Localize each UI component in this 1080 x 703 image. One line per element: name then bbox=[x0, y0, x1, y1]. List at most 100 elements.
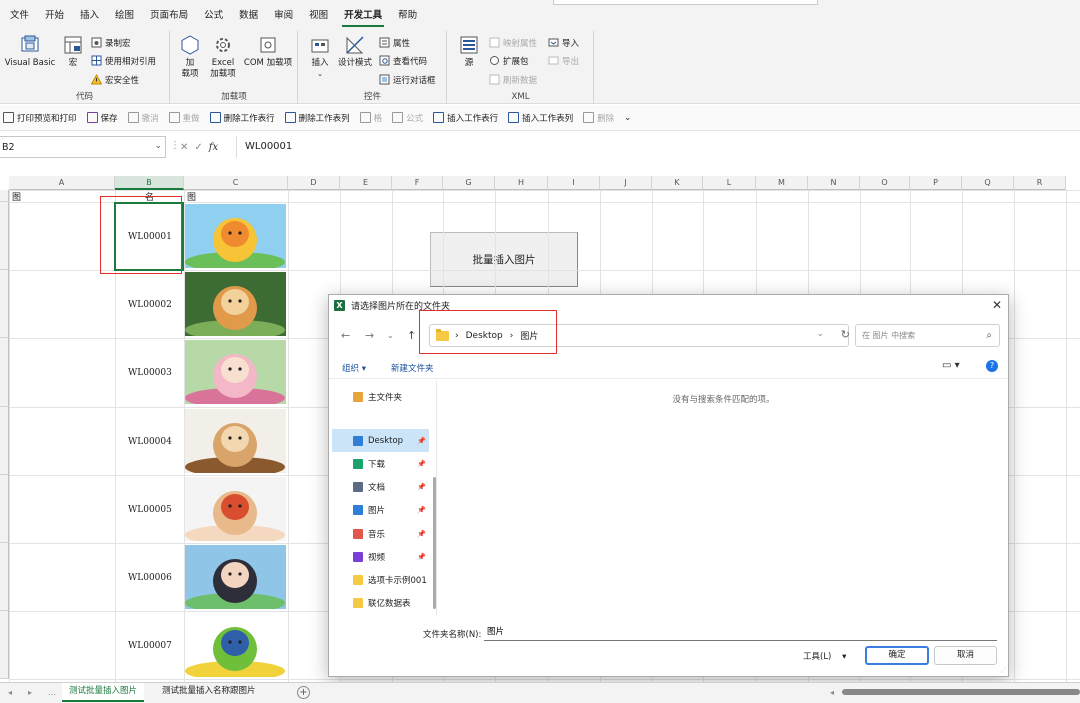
next-sheet-icon[interactable]: ▸ bbox=[28, 688, 32, 697]
more-options-icon[interactable]: ⋮ bbox=[170, 140, 180, 151]
up-arrow-icon[interactable]: ↑ bbox=[407, 329, 416, 342]
row-header[interactable] bbox=[0, 338, 9, 407]
name-cell[interactable]: WL00005 bbox=[128, 505, 172, 515]
column-header[interactable]: F bbox=[392, 176, 443, 190]
column-header[interactable]: Q bbox=[962, 176, 1014, 190]
excel-addins-button[interactable]: Excel 加载项 bbox=[207, 34, 239, 80]
relative-reference-button[interactable]: 使用相对引用 bbox=[91, 52, 156, 69]
nav-item[interactable]: 选项卡示例001 bbox=[329, 568, 429, 591]
row-header[interactable] bbox=[0, 474, 9, 543]
addins-button[interactable]: 加 载项 bbox=[177, 34, 203, 80]
view-code-button[interactable]: 查看代码 bbox=[379, 52, 427, 69]
column-header[interactable]: R bbox=[1014, 176, 1066, 190]
help-icon[interactable]: ? bbox=[986, 360, 998, 372]
export-button[interactable]: 导出 bbox=[548, 52, 579, 69]
customize-toolbar-icon[interactable]: ⌄ bbox=[624, 113, 631, 123]
menu-item[interactable]: 帮助 bbox=[390, 0, 425, 31]
nav-item[interactable]: 文档 📌 bbox=[329, 476, 429, 499]
name-box[interactable]: B2 ⌄ bbox=[0, 136, 166, 158]
add-sheet-icon[interactable]: + bbox=[297, 686, 310, 699]
quick-toolbar-item[interactable]: 撤消 bbox=[127, 112, 159, 124]
organize-button[interactable]: 组织 ▾ bbox=[342, 362, 366, 374]
row-header[interactable] bbox=[0, 270, 9, 339]
name-cell[interactable]: WL00007 bbox=[128, 641, 172, 651]
menu-item[interactable]: 开发工具 bbox=[336, 0, 390, 31]
column-header[interactable]: E bbox=[340, 176, 392, 190]
menu-item[interactable]: 插入 bbox=[72, 0, 107, 31]
navigation-scrollbar[interactable] bbox=[433, 477, 436, 609]
nav-item[interactable]: 音乐 📌 bbox=[329, 522, 429, 545]
nav-item[interactable]: 主文件夹 bbox=[329, 385, 429, 408]
nav-item[interactable]: 联亿数据表 bbox=[329, 592, 429, 615]
batch-insert-images-button[interactable]: 批量插入图片 bbox=[430, 232, 578, 287]
column-header[interactable]: C bbox=[184, 176, 288, 190]
cartoon-picture[interactable] bbox=[185, 204, 286, 268]
name-cell[interactable]: WL00004 bbox=[128, 437, 172, 447]
refresh-icon[interactable]: ↻ bbox=[841, 328, 850, 341]
sheet-tab[interactable]: 测试批量插入名称跟图片 bbox=[155, 683, 263, 702]
column-header[interactable]: G bbox=[443, 176, 495, 190]
formula-input[interactable]: WL00001 bbox=[236, 136, 1080, 158]
quick-toolbar-item[interactable]: 保存 bbox=[86, 112, 118, 124]
visual-basic-button[interactable]: Visual Basic bbox=[4, 34, 56, 69]
new-folder-button[interactable]: 新建文件夹 bbox=[391, 362, 434, 374]
confirm-icon[interactable]: ✓ bbox=[194, 142, 202, 153]
refresh-data-button[interactable]: 刷新数据 bbox=[489, 71, 537, 88]
row-header[interactable] bbox=[0, 611, 9, 680]
address-chevron-icon[interactable]: ⌄ bbox=[816, 329, 824, 339]
cancel-button[interactable]: 取消 bbox=[934, 646, 997, 665]
ok-button[interactable]: 确定 bbox=[865, 646, 929, 665]
nav-item[interactable]: 视频 📌 bbox=[329, 545, 429, 568]
menu-item[interactable]: 文件 bbox=[2, 0, 37, 31]
nav-item[interactable]: 下载 📌 bbox=[329, 452, 429, 475]
menu-item[interactable]: 绘图 bbox=[107, 0, 142, 31]
tools-menu[interactable]: 工具(L) ▾ bbox=[803, 650, 846, 662]
cartoon-picture[interactable] bbox=[185, 613, 286, 678]
menu-item[interactable]: 页面布局 bbox=[142, 0, 196, 31]
forward-arrow-icon[interactable]: → bbox=[365, 329, 374, 342]
horizontal-scrollbar[interactable] bbox=[842, 689, 1080, 695]
close-icon[interactable]: ✕ bbox=[992, 298, 1002, 312]
view-options-icon[interactable]: ▭ ▾ bbox=[942, 360, 960, 371]
design-mode-button[interactable]: 设计模式 bbox=[337, 34, 373, 69]
row-header[interactable] bbox=[0, 406, 9, 475]
com-addins-button[interactable]: COM 加载项 bbox=[241, 34, 295, 69]
search-icon[interactable]: ⌕ bbox=[986, 325, 992, 346]
name-cell[interactable]: WL00002 bbox=[128, 300, 172, 310]
recent-chevron-icon[interactable]: ⌄ bbox=[387, 331, 394, 340]
column-header[interactable]: N bbox=[808, 176, 860, 190]
run-dialog-button[interactable]: 运行对话框 bbox=[379, 71, 436, 88]
column-header[interactable]: H bbox=[495, 176, 548, 190]
quick-toolbar-item[interactable]: 插入工作表行 bbox=[433, 112, 498, 124]
sheet-tab[interactable]: 测试批量插入图片 bbox=[62, 683, 145, 702]
menu-item[interactable]: 审阅 bbox=[266, 0, 301, 31]
column-header[interactable]: L bbox=[703, 176, 756, 190]
nav-item[interactable]: 图片 📌 bbox=[329, 499, 429, 522]
nav-item[interactable]: Desktop 📌 bbox=[332, 429, 429, 453]
row-header[interactable] bbox=[0, 202, 9, 271]
insert-control-button[interactable]: 插入 ⌄ bbox=[307, 34, 333, 80]
name-cell[interactable]: WL00003 bbox=[128, 368, 172, 378]
prev-sheet-icon[interactable]: ◂ bbox=[8, 688, 12, 697]
column-header[interactable]: D bbox=[288, 176, 340, 190]
row-header[interactable] bbox=[0, 543, 9, 612]
expansion-pack-button[interactable]: 扩展包 bbox=[489, 52, 529, 69]
column-header[interactable]: B bbox=[115, 176, 184, 190]
cartoon-picture[interactable] bbox=[185, 476, 286, 541]
row-header[interactable] bbox=[0, 190, 9, 202]
import-button[interactable]: 导入 bbox=[548, 34, 579, 51]
column-header[interactable]: O bbox=[860, 176, 910, 190]
column-header[interactable]: I bbox=[548, 176, 600, 190]
quick-toolbar-item[interactable]: 打印预览和打印 bbox=[3, 112, 77, 124]
chevron-down-icon[interactable]: ⌄ bbox=[154, 141, 162, 151]
map-properties-button[interactable]: 映射属性 bbox=[489, 34, 537, 51]
macro-security-button[interactable]: 宏安全性 bbox=[91, 71, 139, 88]
xml-source-button[interactable]: 源 bbox=[458, 34, 480, 69]
cartoon-picture[interactable] bbox=[185, 272, 286, 337]
quick-toolbar-item[interactable]: 删除 bbox=[583, 112, 614, 124]
header-cell[interactable]: 图 bbox=[187, 190, 196, 203]
dialog-search-input[interactable]: 在 图片 中搜索 ⌕ bbox=[855, 324, 1000, 347]
title-search-box[interactable] bbox=[553, 0, 818, 5]
column-header[interactable]: M bbox=[756, 176, 808, 190]
name-cell[interactable]: WL00006 bbox=[128, 573, 172, 583]
